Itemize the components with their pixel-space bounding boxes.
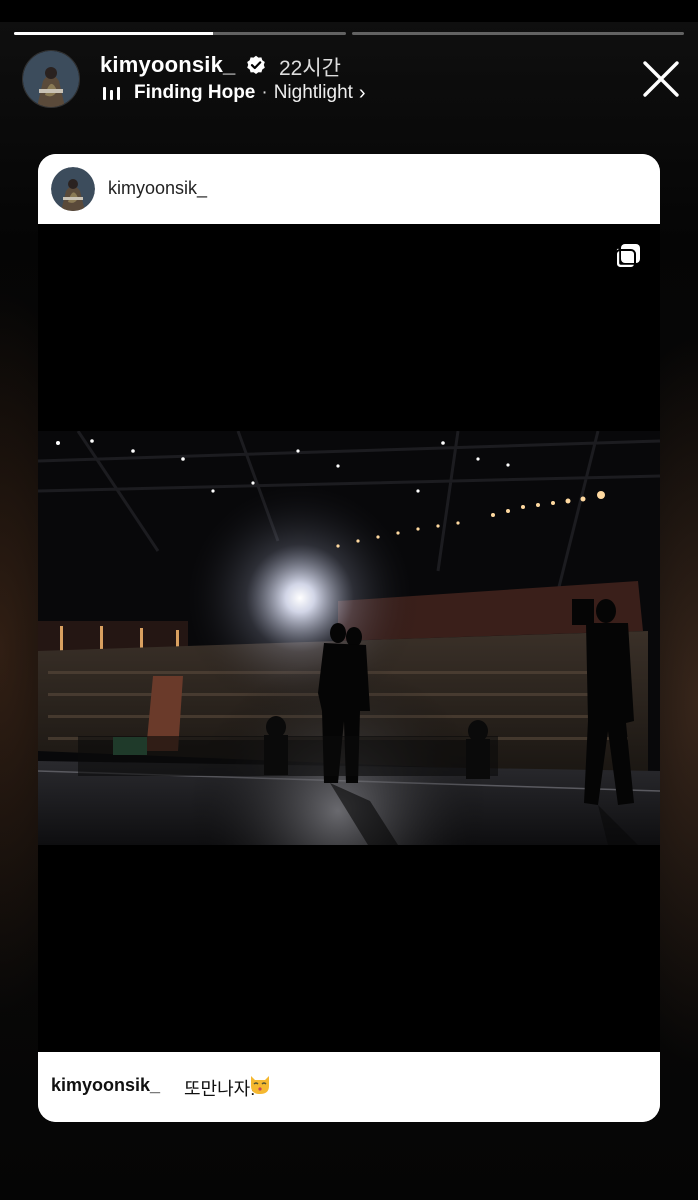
shared-post-card[interactable]: kimyoonsik_ kimyoonsik_ 또만나자! [38, 154, 660, 1122]
song-title: Finding Hope [134, 82, 256, 103]
story-username[interactable]: kimyoonsik_ [100, 52, 235, 78]
close-icon[interactable] [640, 58, 682, 100]
post-caption: kimyoonsik_ 또만나자! [38, 1052, 660, 1122]
progress-fill [14, 32, 214, 35]
carousel-icon [615, 244, 640, 269]
story-timestamp: 22시간 [279, 57, 341, 80]
post-username: kimyoonsik_ [108, 178, 208, 198]
status-bar-area [0, 0, 698, 22]
caption-text: 또만나자! [184, 1079, 256, 1099]
post-header: kimyoonsik_ [38, 154, 660, 224]
concert-stage-photo [38, 431, 660, 845]
avatar[interactable] [22, 50, 80, 108]
caption-username: kimyoonsik_ [51, 1075, 161, 1095]
artist-name: Nightlight [273, 82, 353, 103]
verified-badge-icon [247, 55, 265, 74]
chevron-right-icon: › [358, 81, 366, 104]
separator-dot: · [261, 82, 268, 103]
kissing-cat-emoji [251, 1076, 269, 1094]
story-progress-segment-2 [352, 32, 684, 35]
music-attribution[interactable]: Finding Hope · Nightlight › [102, 81, 366, 105]
equalizer-icon [103, 87, 120, 100]
post-avatar [51, 167, 95, 211]
story-progress-segment-1 [14, 32, 346, 35]
